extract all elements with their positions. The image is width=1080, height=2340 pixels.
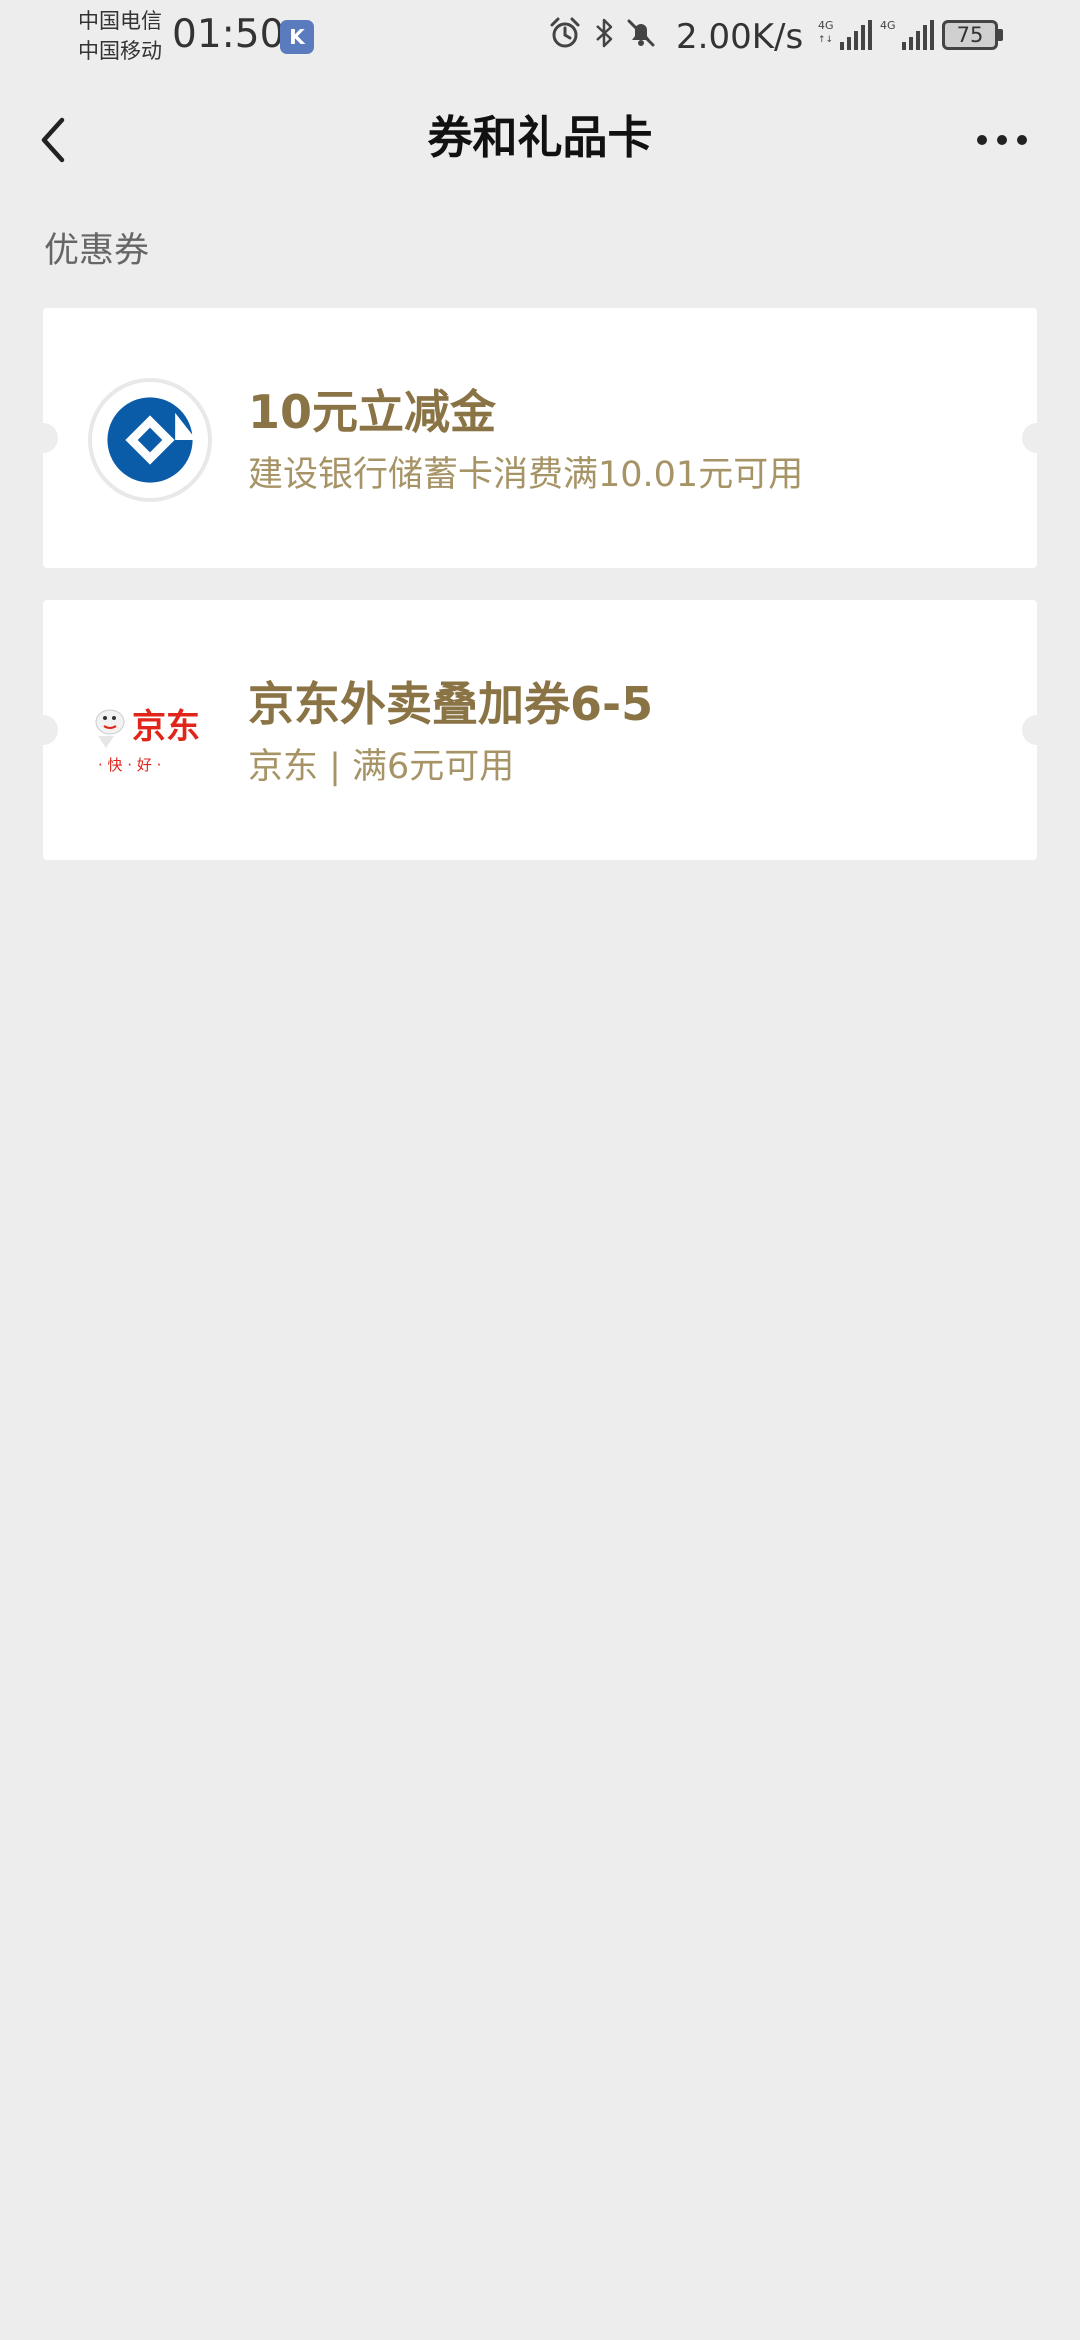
coupon-title: 10元立减金 [248, 385, 497, 439]
coupon-description: 建设银行储蓄卡消费满10.01元可用 [248, 455, 804, 495]
ticket-notch-left [28, 715, 58, 745]
nav-bar: 券和礼品卡 [0, 80, 1080, 200]
ticket-notch-right [1022, 423, 1052, 453]
app-notification-icon: K [280, 20, 314, 54]
clock: 01:50 [172, 12, 285, 57]
status-bar: 中国电信 中国移动 01:50 K 2.00K/s 4G ↑↓ 4G 75 [0, 0, 1080, 70]
jd-logo-slogan: · 快 · 好 · [98, 756, 161, 774]
page-title: 券和礼品卡 [427, 111, 653, 164]
signal-icon: 4G ↑↓ [818, 19, 872, 50]
ccb-logo [88, 378, 212, 502]
jd-logo-text: 京东 [132, 707, 200, 747]
battery-indicator: 75 [942, 20, 998, 50]
signal-2-label: 4G [880, 19, 896, 32]
jd-dog-logo-icon: 京东 · 快 · 好 · [95, 707, 200, 774]
carrier-2: 中国移动 [78, 39, 162, 63]
coupon-title: 京东外卖叠加券6-5 [248, 677, 654, 731]
bank-logo-icon [88, 378, 212, 502]
coupon-card[interactable]: 10元立减金 建设银行储蓄卡消费满10.01元可用 [28, 308, 1052, 568]
signal-icon: 4G [880, 19, 934, 50]
section-title-coupons: 优惠券 [44, 231, 150, 271]
bluetooth-icon [596, 18, 613, 48]
carrier-1: 中国电信 [78, 9, 162, 33]
jd-logo: 京东 · 快 · 好 · [88, 670, 212, 794]
ticket-notch-left [28, 423, 58, 453]
coupon-description: 京东 | 满6元可用 [248, 747, 515, 787]
more-options-button[interactable] [972, 120, 1038, 160]
mute-bell-icon [627, 19, 655, 47]
carrier-info: 中国电信 中国移动 [78, 6, 162, 66]
more-dots-icon [977, 135, 1027, 145]
svg-text:↑↓: ↑↓ [818, 35, 833, 45]
ticket-notch-right [1022, 715, 1052, 745]
battery-tip [998, 29, 1003, 41]
signal-1-label: 4G [818, 19, 834, 32]
network-speed: 2.00K/s [676, 17, 804, 57]
alarm-icon [550, 17, 580, 48]
coupon-card[interactable]: 京东 · 快 · 好 · 京东外卖叠加券6-5 京东 | 满6元可用 [28, 600, 1052, 860]
